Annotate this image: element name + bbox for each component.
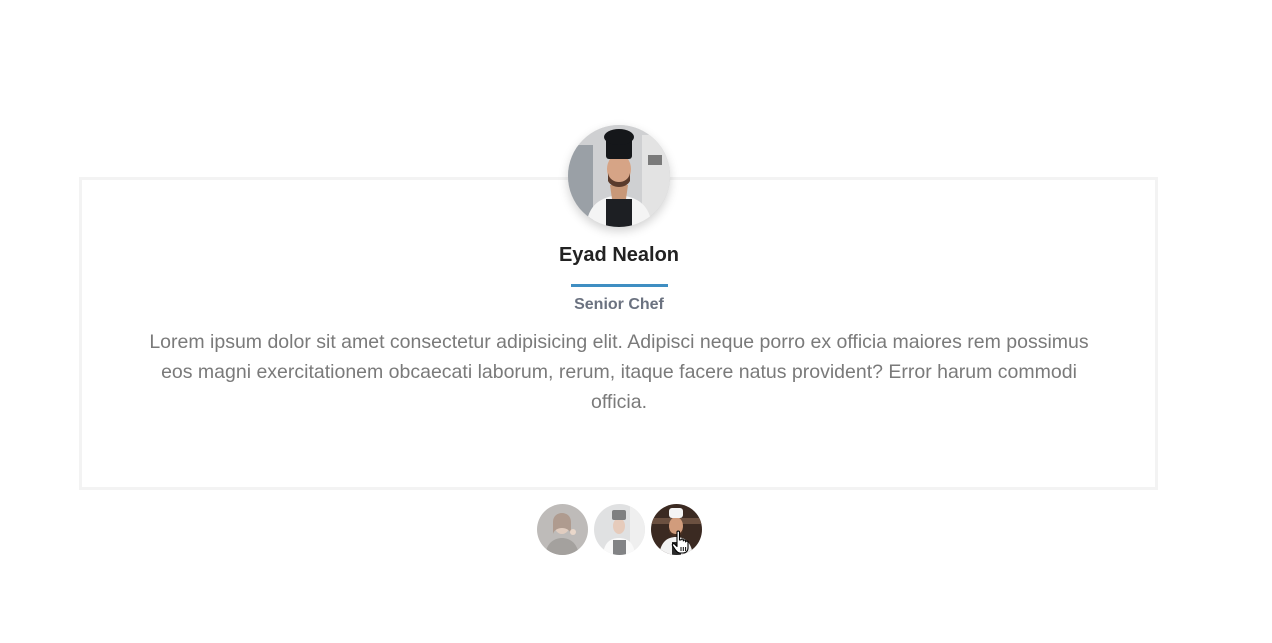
chef-woman-avatar-icon	[537, 504, 588, 555]
chef-portrait-icon	[568, 125, 670, 227]
member-quote: Lorem ipsum dolor sit amet consectetur a…	[149, 331, 1089, 413]
testimonial-slider: Eyad Nealon Senior Chef Lorem ipsum dolo…	[0, 0, 1272, 643]
thumbnail-nav	[537, 504, 702, 555]
name-underline	[571, 284, 668, 287]
member-name: Eyad Nealon	[558, 244, 680, 266]
thumbnail-2[interactable]	[594, 504, 645, 555]
member-role: Senior Chef	[574, 296, 664, 313]
thumbnail-3[interactable]	[651, 504, 702, 555]
chef-white-uniform-avatar-icon	[651, 504, 702, 555]
chef-avatar	[568, 125, 670, 227]
chef-apron-avatar-icon	[594, 504, 645, 555]
thumbnail-1[interactable]	[537, 504, 588, 555]
